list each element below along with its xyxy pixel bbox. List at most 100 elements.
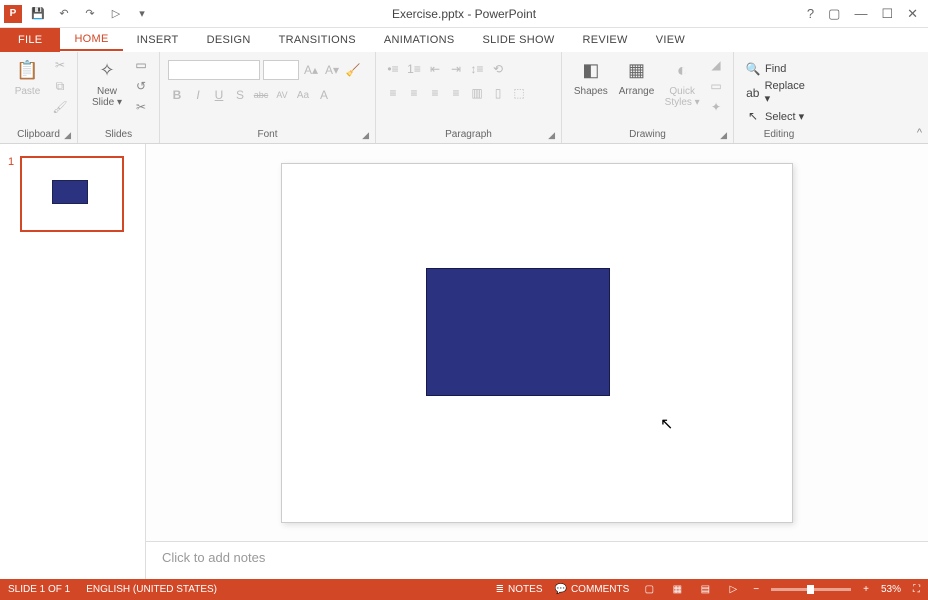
fit-to-window-button[interactable]: ⛶ <box>913 584 920 595</box>
maximize-button[interactable]: ☐ <box>881 6 893 22</box>
quick-styles-icon: ◐ <box>668 56 696 84</box>
font-family-combo[interactable] <box>168 60 260 80</box>
shapes-button[interactable]: ◧ Shapes <box>570 56 612 97</box>
ribbon: 📋 Paste ✂ ⧉ 🖌 Clipboard◢ ✧ New Slide ▾ ▭… <box>0 52 928 144</box>
shadow-button[interactable]: S <box>231 86 249 104</box>
columns-button[interactable]: ▥ <box>468 84 486 102</box>
tab-design[interactable]: DESIGN <box>193 28 265 52</box>
group-label: Clipboard◢ <box>8 129 69 143</box>
clipboard-dialog-launcher[interactable]: ◢ <box>64 130 71 141</box>
help-button[interactable]: ? <box>807 6 814 22</box>
start-slideshow-button[interactable]: ▷ <box>108 6 124 22</box>
qat-customize-button[interactable]: ▾ <box>134 6 150 22</box>
comments-icon: 💬 <box>555 584 567 595</box>
slide-canvas[interactable]: ↖ <box>146 144 928 541</box>
redo-button[interactable]: ↷ <box>82 6 98 22</box>
section-button[interactable]: ✂ <box>132 98 150 116</box>
tab-transitions[interactable]: TRANSITIONS <box>265 28 370 52</box>
tab-animations[interactable]: ANIMATIONS <box>370 28 469 52</box>
arrange-button[interactable]: ▦ Arrange <box>616 56 658 97</box>
tab-slideshow[interactable]: SLIDE SHOW <box>468 28 568 52</box>
align-text-button[interactable]: ▯ <box>489 84 507 102</box>
undo-button[interactable]: ↶ <box>56 6 72 22</box>
decrease-indent-button[interactable]: ⇤ <box>426 60 444 78</box>
font-dialog-launcher[interactable]: ◢ <box>362 130 369 141</box>
underline-button[interactable]: U <box>210 86 228 104</box>
numbering-button[interactable]: 1≡ <box>405 60 423 78</box>
shape-fill-button[interactable]: ◢ <box>707 56 725 74</box>
format-painter-button[interactable]: 🖌 <box>51 98 69 116</box>
slideshow-view-button[interactable]: ▷ <box>725 583 741 597</box>
tab-view[interactable]: VIEW <box>642 28 699 52</box>
group-editing: 🔍Find abReplace ▾ ↖Select ▾ Editing <box>734 52 824 143</box>
slide-indicator[interactable]: SLIDE 1 OF 1 <box>8 584 70 595</box>
tab-insert[interactable]: INSERT <box>123 28 193 52</box>
notes-icon: ≣ <box>496 584 504 595</box>
normal-view-button[interactable]: ▢ <box>641 583 657 597</box>
comments-button[interactable]: 💬COMMENTS <box>555 584 630 595</box>
text-direction-button[interactable]: ⟲ <box>489 60 507 78</box>
zoom-in-button[interactable]: + <box>863 584 869 595</box>
smartart-button[interactable]: ⬚ <box>510 84 528 102</box>
slide-sorter-button[interactable]: ▦ <box>669 583 685 597</box>
language-indicator[interactable]: ENGLISH (UNITED STATES) <box>86 584 217 595</box>
find-button[interactable]: 🔍Find <box>742 60 790 78</box>
minimize-button[interactable]: — <box>854 6 867 22</box>
align-center-button[interactable]: ≡ <box>405 84 423 102</box>
change-case-button[interactable]: Aa <box>294 86 312 104</box>
notes-pane[interactable]: Click to add notes <box>146 541 928 579</box>
paragraph-dialog-launcher[interactable]: ◢ <box>548 130 555 141</box>
font-size-combo[interactable] <box>263 60 299 80</box>
tab-home[interactable]: HOME <box>60 28 122 52</box>
select-icon: ↖ <box>746 109 760 123</box>
zoom-out-button[interactable]: − <box>753 584 759 595</box>
increase-indent-button[interactable]: ⇥ <box>447 60 465 78</box>
decrease-font-button[interactable]: A▾ <box>323 61 341 79</box>
reading-view-button[interactable]: ▤ <box>697 583 713 597</box>
line-spacing-button[interactable]: ↕≡ <box>468 60 486 78</box>
align-right-button[interactable]: ≡ <box>426 84 444 102</box>
arrange-label: Arrange <box>619 86 655 97</box>
find-label: Find <box>765 63 786 75</box>
bullets-button[interactable]: •≡ <box>384 60 402 78</box>
new-slide-button[interactable]: ✧ New Slide ▾ <box>86 56 128 108</box>
cut-button[interactable]: ✂ <box>51 56 69 74</box>
thumbnail-panel: 1 <box>0 144 146 579</box>
notes-button[interactable]: ≣NOTES <box>496 584 543 595</box>
slide[interactable] <box>281 163 793 523</box>
zoom-level[interactable]: 53% <box>881 584 901 595</box>
reset-button[interactable]: ↺ <box>132 77 150 95</box>
font-color-button[interactable]: A <box>315 86 333 104</box>
zoom-slider[interactable] <box>771 588 851 591</box>
strikethrough-button[interactable]: abc <box>252 86 270 104</box>
tab-review[interactable]: REVIEW <box>569 28 642 52</box>
increase-font-button[interactable]: A▴ <box>302 61 320 79</box>
arrange-icon: ▦ <box>623 56 651 84</box>
tab-file[interactable]: FILE <box>0 28 60 52</box>
italic-button[interactable]: I <box>189 86 207 104</box>
shape-effects-button[interactable]: ✦ <box>707 98 725 116</box>
align-left-button[interactable]: ≡ <box>384 84 402 102</box>
slide-thumbnail-1[interactable] <box>20 156 124 232</box>
select-button[interactable]: ↖Select ▾ <box>742 107 808 125</box>
layout-button[interactable]: ▭ <box>132 56 150 74</box>
title-bar: P 💾 ↶ ↷ ▷ ▾ Exercise.pptx - PowerPoint ?… <box>0 0 928 28</box>
quick-styles-label: Quick Styles ▾ <box>665 86 700 108</box>
clear-formatting-button[interactable]: 🧹 <box>344 61 362 79</box>
justify-button[interactable]: ≡ <box>447 84 465 102</box>
ribbon-display-button[interactable]: ▢ <box>828 6 840 22</box>
close-button[interactable]: ✕ <box>907 6 918 22</box>
char-spacing-button[interactable]: AV <box>273 86 291 104</box>
zoom-handle[interactable] <box>807 585 814 594</box>
shape-outline-button[interactable]: ▭ <box>707 77 725 95</box>
replace-button[interactable]: abReplace ▾ <box>742 78 816 107</box>
copy-button[interactable]: ⧉ <box>51 77 69 95</box>
rectangle-shape[interactable] <box>426 268 610 396</box>
quick-styles-button[interactable]: ◐ Quick Styles ▾ <box>661 56 703 108</box>
shapes-label: Shapes <box>574 86 608 97</box>
paste-button[interactable]: 📋 Paste <box>8 56 47 97</box>
save-button[interactable]: 💾 <box>30 6 46 22</box>
collapse-ribbon-button[interactable]: ^ <box>917 127 922 139</box>
drawing-dialog-launcher[interactable]: ◢ <box>720 130 727 141</box>
bold-button[interactable]: B <box>168 86 186 104</box>
